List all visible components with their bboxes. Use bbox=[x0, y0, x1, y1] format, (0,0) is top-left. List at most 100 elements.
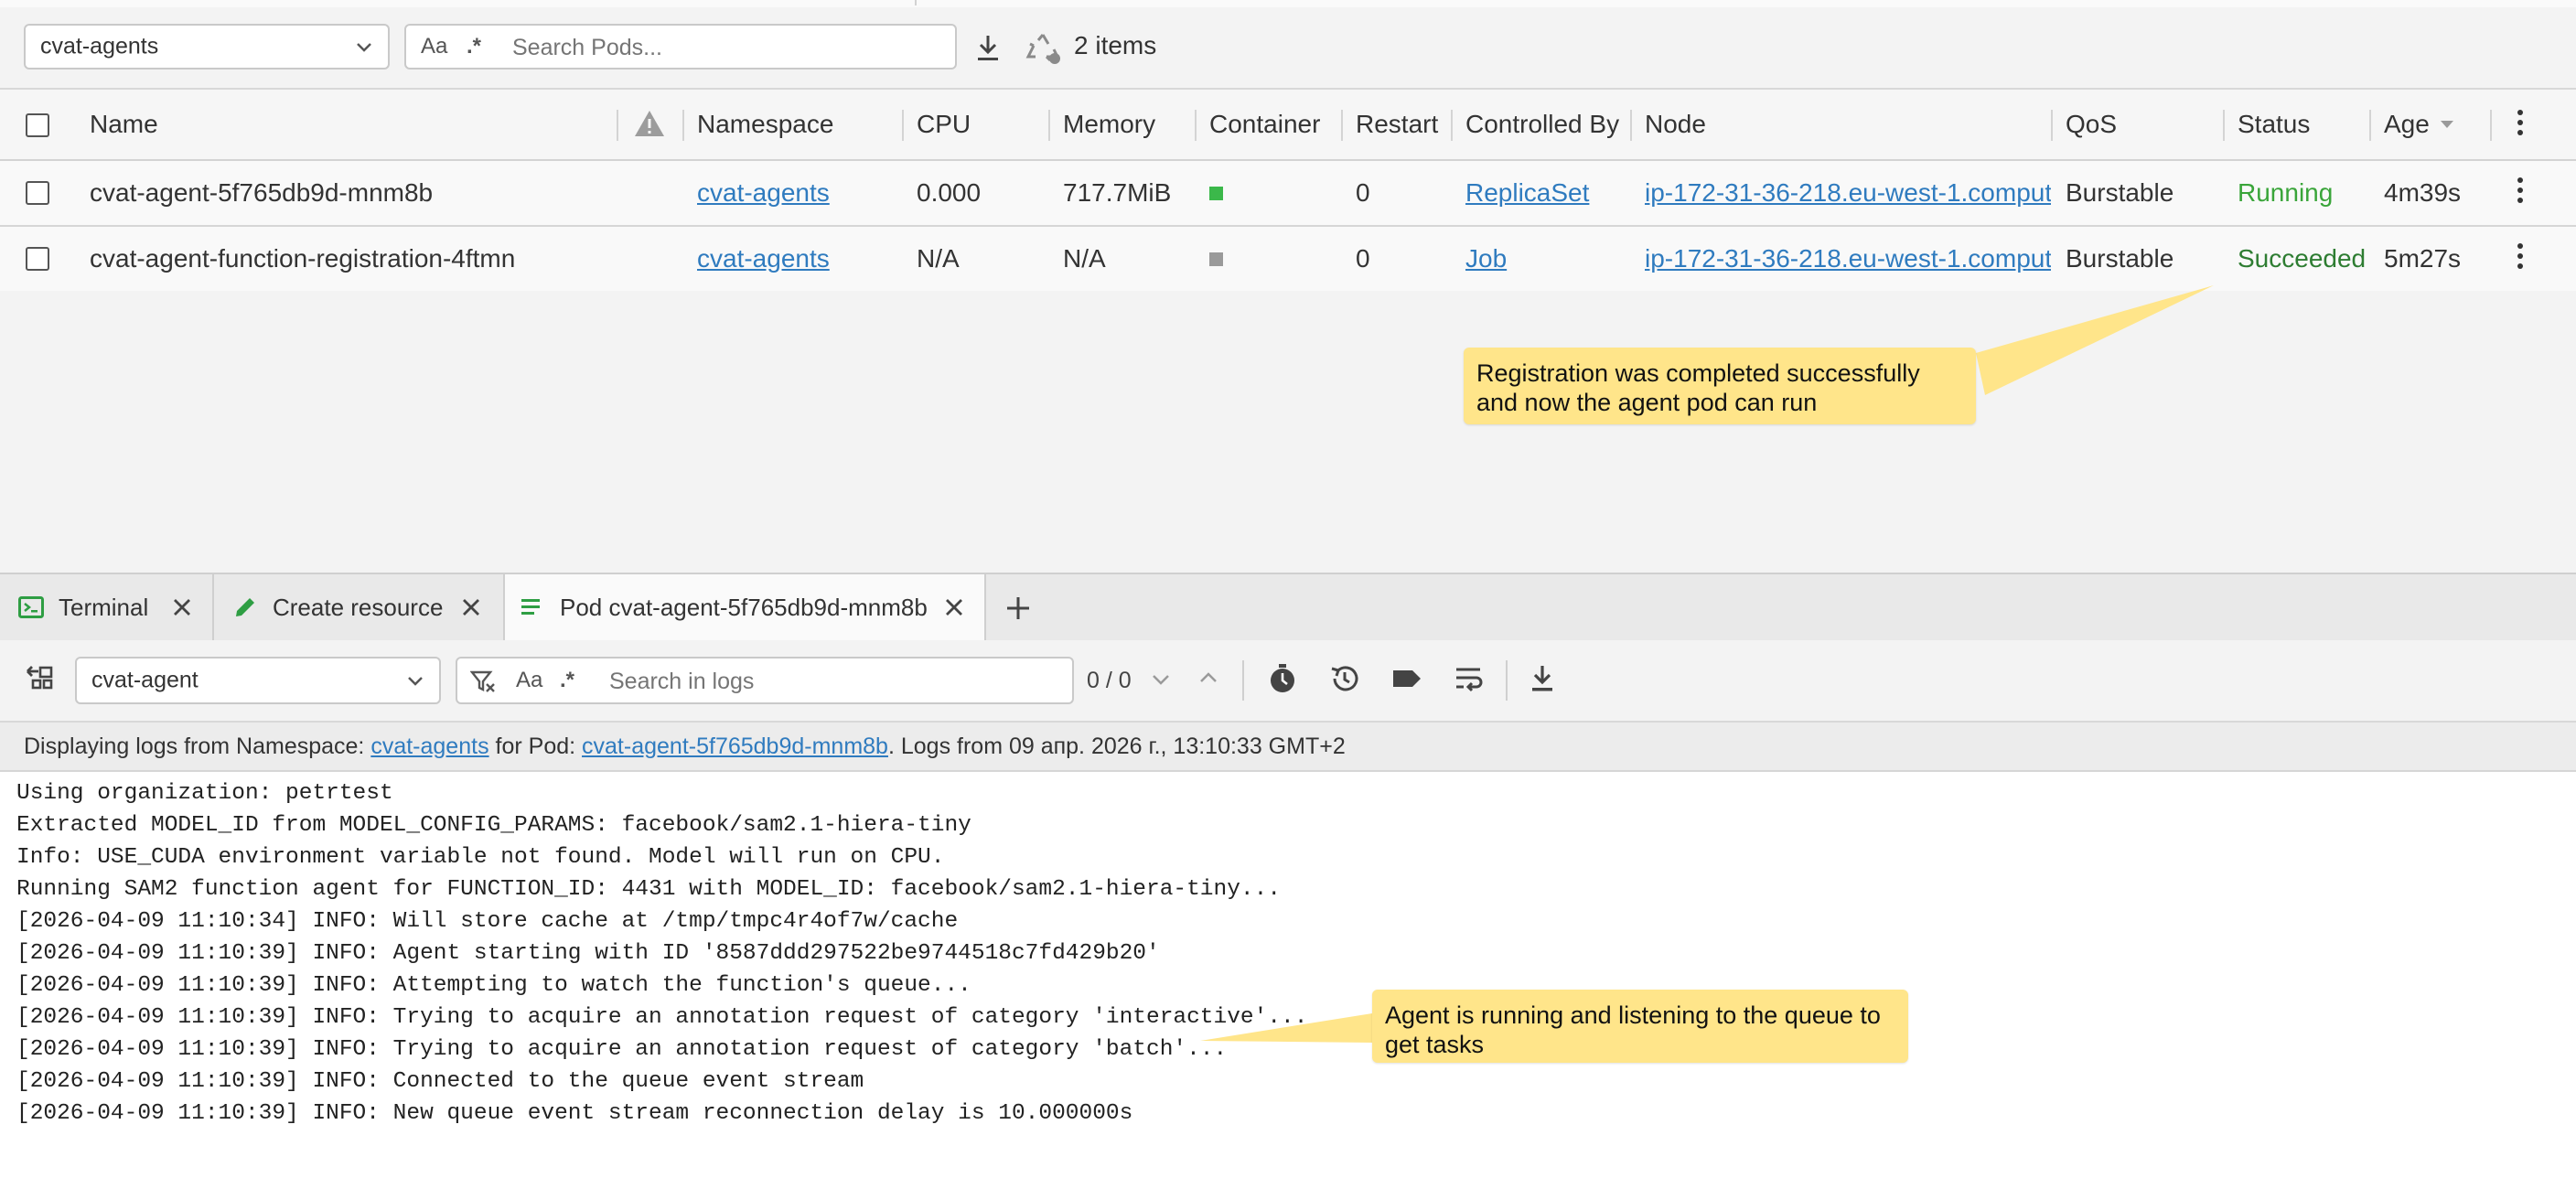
col-namespace[interactable]: Namespace bbox=[697, 90, 898, 159]
close-icon[interactable] bbox=[944, 597, 964, 617]
log-line: [2026-04-09 11:10:39] INFO: Agent starti… bbox=[16, 941, 1160, 966]
col-node[interactable]: Node bbox=[1645, 90, 2047, 159]
switch-container-icon[interactable] bbox=[24, 662, 57, 695]
col-divider bbox=[2223, 110, 2225, 141]
age-value: 5m27s bbox=[2384, 244, 2462, 273]
status-value: Running bbox=[2238, 178, 2334, 207]
log-toolbar: cvat-agent Aa .* 0 / 0 bbox=[0, 640, 2576, 723]
col-container[interactable]: Container bbox=[1209, 90, 1341, 159]
log-line: Using organization: petrtest bbox=[16, 781, 393, 806]
pencil-icon bbox=[236, 598, 254, 616]
agent-callout: Agent is running and listening to the qu… bbox=[1372, 990, 1908, 1063]
info-namespace-link[interactable]: cvat-agents bbox=[370, 734, 488, 759]
col-divider bbox=[2051, 110, 2053, 141]
table-header: Name Namespace CPU Memory Container Rest… bbox=[0, 90, 2576, 161]
qos-value: Burstable bbox=[2066, 178, 2174, 207]
col-divider bbox=[1048, 110, 1050, 141]
regex-icon[interactable]: .* bbox=[467, 34, 481, 59]
logs-icon bbox=[521, 599, 540, 615]
col-divider bbox=[902, 110, 904, 141]
download-icon[interactable] bbox=[1526, 662, 1559, 695]
tab-terminal[interactable]: Terminal bbox=[0, 574, 214, 640]
info-prefix: Displaying logs from Namespace: bbox=[24, 734, 371, 759]
recycle-icon[interactable] bbox=[1023, 29, 1063, 66]
wrap-text-icon[interactable] bbox=[1453, 662, 1486, 695]
controlled-by-link[interactable]: ReplicaSet bbox=[1465, 161, 1621, 225]
logs-search-input[interactable] bbox=[607, 665, 1059, 698]
row-menu-icon[interactable] bbox=[2517, 243, 2525, 273]
age-value: 4m39s bbox=[2384, 178, 2462, 207]
namespace-select[interactable]: cvat-agents bbox=[24, 24, 390, 70]
container-select[interactable]: cvat-agent bbox=[75, 657, 441, 704]
row-menu-icon[interactable] bbox=[2517, 177, 2525, 208]
row-checkbox[interactable] bbox=[26, 181, 49, 205]
match-counter: 0 / 0 bbox=[1087, 668, 1132, 693]
filter-off-icon[interactable] bbox=[470, 669, 496, 693]
info-suffix: . Logs from 09 апр. 2026 г., 13:10:33 GM… bbox=[887, 734, 1346, 759]
col-name[interactable]: Name bbox=[90, 90, 602, 159]
memory-value: 717.7MiB bbox=[1063, 178, 1172, 207]
callout-pointer bbox=[1976, 285, 2214, 395]
col-age[interactable]: Age bbox=[2384, 90, 2439, 159]
regex-icon[interactable]: .* bbox=[560, 668, 574, 693]
container-status-indicator[interactable] bbox=[1209, 187, 1223, 200]
col-divider bbox=[2369, 110, 2371, 141]
timestamps-icon[interactable] bbox=[1266, 662, 1299, 695]
tab-pod-logs[interactable]: Pod cvat-agent-5f765db9d-mnm8b bbox=[505, 574, 986, 642]
restart-value: 0 bbox=[1356, 244, 1370, 273]
pods-table: Name Namespace CPU Memory Container Rest… bbox=[0, 90, 2576, 293]
row-checkbox[interactable] bbox=[26, 247, 49, 271]
close-icon[interactable] bbox=[461, 597, 481, 617]
match-case-icon[interactable]: Aa bbox=[516, 668, 542, 693]
col-cpu[interactable]: CPU bbox=[917, 90, 1045, 159]
label-icon[interactable] bbox=[1390, 662, 1423, 695]
select-all-checkbox[interactable] bbox=[26, 113, 49, 137]
toolbar-divider bbox=[1506, 660, 1508, 701]
chevron-down-icon bbox=[408, 677, 423, 686]
col-divider bbox=[1341, 110, 1343, 141]
close-icon[interactable] bbox=[172, 597, 192, 617]
col-restart[interactable]: Restart bbox=[1356, 90, 1445, 159]
col-divider bbox=[1451, 110, 1453, 141]
log-line: [2026-04-09 11:10:39] INFO: Attempting t… bbox=[16, 973, 971, 998]
pods-toolbar: cvat-agents Aa .* 2 items bbox=[0, 7, 2576, 90]
info-pod-link[interactable]: cvat-agent-5f765db9d-mnm8b bbox=[582, 734, 888, 759]
status-value: Succeeded bbox=[2238, 244, 2367, 273]
pods-search[interactable]: Aa .* bbox=[404, 24, 957, 70]
chevron-down-icon bbox=[357, 43, 371, 52]
log-line: [2026-04-09 11:10:39] INFO: Connected to… bbox=[16, 1069, 864, 1094]
pods-search-input[interactable] bbox=[510, 31, 944, 64]
tab-edge bbox=[0, 0, 917, 5]
sort-desc-icon[interactable] bbox=[2439, 117, 2455, 132]
col-status[interactable]: Status bbox=[2238, 90, 2366, 159]
pod-name[interactable]: cvat-agent-function-registration-4ftmn bbox=[90, 227, 602, 291]
col-divider bbox=[1630, 110, 1632, 141]
columns-menu-icon[interactable] bbox=[2517, 110, 2525, 140]
namespace-link[interactable]: cvat-agents bbox=[697, 161, 898, 225]
controlled-by-link[interactable]: Job bbox=[1465, 227, 1621, 291]
chevron-up-icon[interactable] bbox=[1198, 669, 1218, 686]
chevron-down-icon[interactable] bbox=[1151, 671, 1171, 688]
node-link[interactable]: ip-172-31-36-218.eu-west-1.compute.inter… bbox=[1645, 161, 2051, 225]
namespace-link[interactable]: cvat-agents bbox=[697, 227, 898, 291]
add-tab-icon[interactable] bbox=[1004, 594, 1032, 622]
log-line: [2026-04-09 11:10:34] INFO: Will store c… bbox=[16, 909, 959, 934]
log-output[interactable]: Using organization: petrtest Extracted M… bbox=[0, 772, 2576, 1178]
col-controlled-by[interactable]: Controlled By bbox=[1465, 90, 1621, 159]
registration-callout: Registration was completed successfully … bbox=[1464, 348, 1976, 424]
memory-value: N/A bbox=[1063, 244, 1106, 273]
toolbar-divider bbox=[1242, 660, 1244, 701]
tab-create-resource[interactable]: Create resource bbox=[214, 574, 505, 640]
tab-create-resource-label: Create resource bbox=[273, 594, 444, 621]
col-divider bbox=[682, 110, 684, 141]
container-status-indicator[interactable] bbox=[1209, 252, 1223, 266]
table-row[interactable]: cvat-agent-5f765db9d-mnm8b cvat-agents 0… bbox=[0, 161, 2576, 227]
pod-name[interactable]: cvat-agent-5f765db9d-mnm8b bbox=[90, 161, 602, 225]
col-qos[interactable]: QoS bbox=[2066, 90, 2212, 159]
col-memory[interactable]: Memory bbox=[1063, 90, 1200, 159]
col-divider bbox=[617, 110, 618, 141]
match-case-icon[interactable]: Aa bbox=[421, 34, 447, 59]
logs-search[interactable]: Aa .* bbox=[456, 657, 1074, 704]
download-icon[interactable] bbox=[973, 33, 1003, 64]
history-icon[interactable] bbox=[1328, 662, 1361, 695]
